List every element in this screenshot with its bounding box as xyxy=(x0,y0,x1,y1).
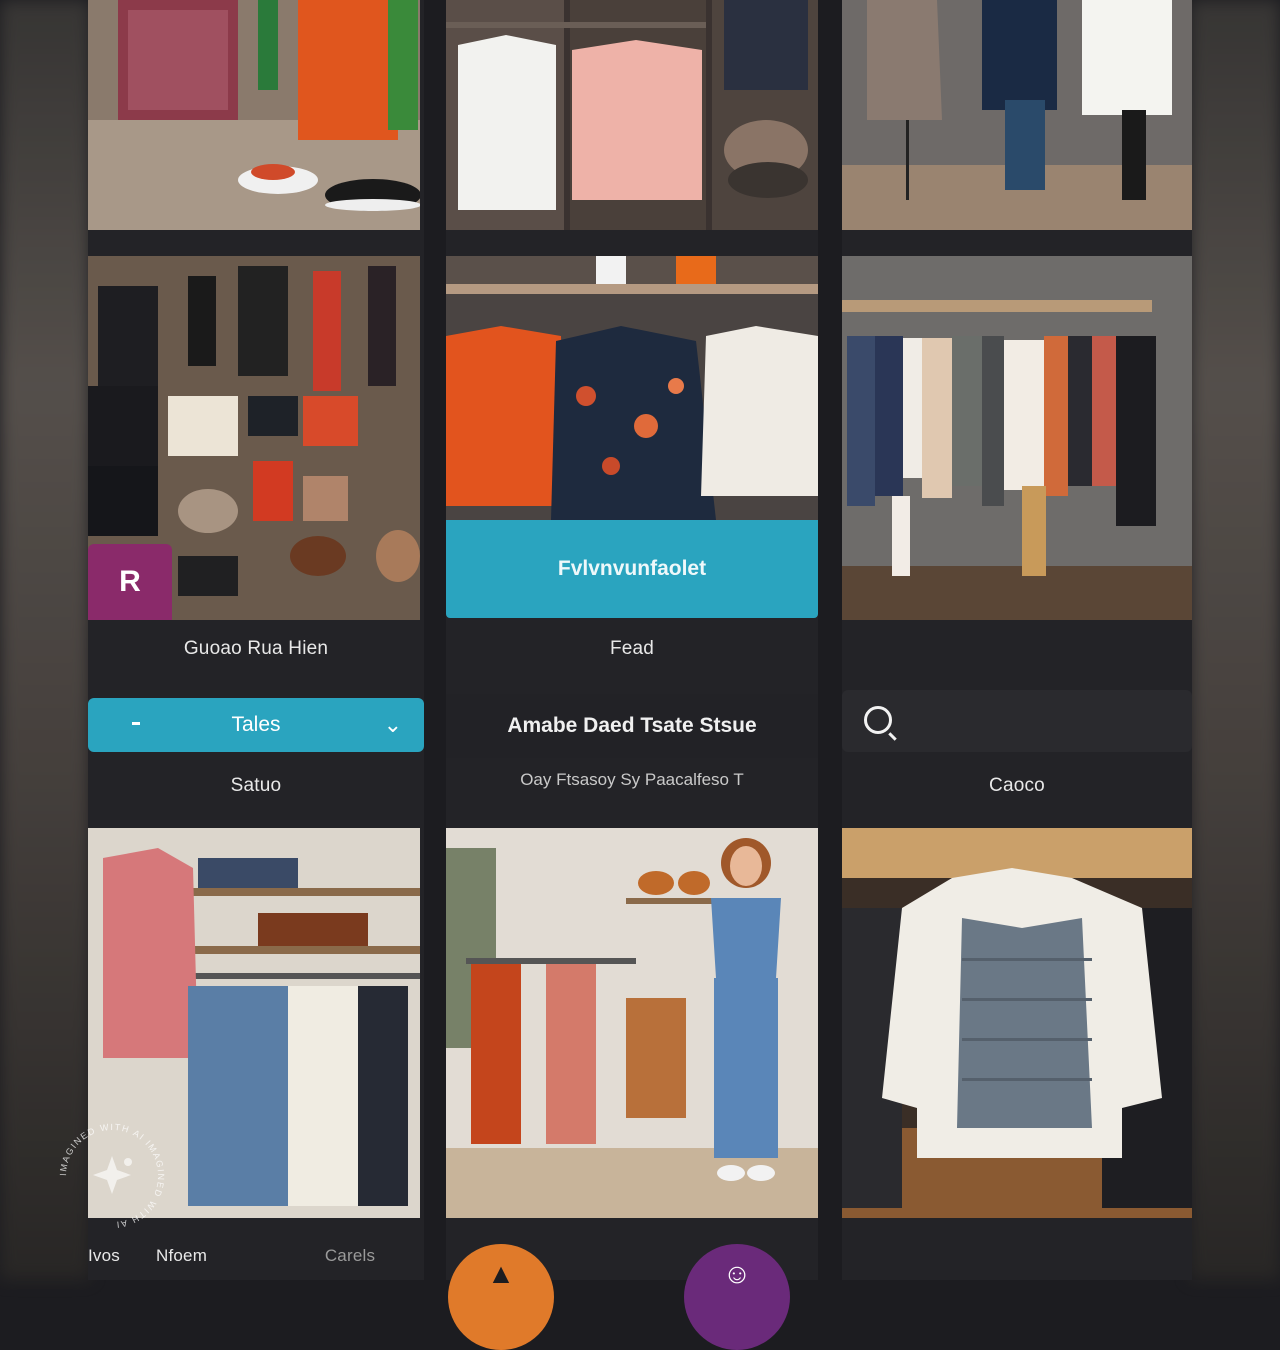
caption-bottom-mid: Carels xyxy=(324,1246,376,1265)
hanger-icon: ▲ xyxy=(487,1258,515,1289)
category-select[interactable]: Tales ⌄ xyxy=(88,698,424,752)
brand-badge-label: R xyxy=(119,565,141,598)
select-bullet-icon xyxy=(132,722,140,725)
product-tile-shirts-cardigans[interactable] xyxy=(446,0,818,230)
product-tile-shoes-tops[interactable] xyxy=(88,0,420,230)
product-tile-model-store[interactable] xyxy=(446,828,818,1218)
hanger-button[interactable]: ▲ xyxy=(448,1244,554,1350)
search-icon[interactable] xyxy=(864,706,892,734)
left-background-blur xyxy=(0,0,90,1280)
caption-featured: Fead xyxy=(609,638,655,659)
right-background-blur xyxy=(1190,0,1280,1280)
profile-icon: ☺ xyxy=(722,1258,752,1289)
product-tile-jackets-display[interactable] xyxy=(842,0,1192,230)
featured-cta-label: Fvlvnvunfaolet xyxy=(557,557,707,580)
product-tile-featured-rack[interactable] xyxy=(446,256,818,520)
caption-bottom-left-b: Nfoem xyxy=(156,1246,208,1265)
caption-accessories: Guoao Rua Hien xyxy=(183,638,329,659)
ai-watermark: IMAGINED WITH AI IMAGINED WITH AI xyxy=(58,1122,165,1230)
featured-cta-button[interactable]: Fvlvnvunfaolet xyxy=(446,520,818,618)
store-subtitle: Oay Ftsasoy Sy Paacalfeso T xyxy=(520,770,744,789)
product-tile-fleece-vest[interactable] xyxy=(842,828,1192,1218)
brand-badge[interactable]: R xyxy=(88,544,172,620)
category-select-value: Tales xyxy=(231,713,281,736)
search-input[interactable] xyxy=(842,690,1192,752)
caption-filter-left: Satuo xyxy=(230,775,282,796)
chevron-down-icon: ⌄ xyxy=(383,712,402,737)
caption-filter-right: Caoco xyxy=(989,775,1045,796)
product-tile-coat-rack[interactable] xyxy=(842,256,1192,620)
caption-bottom-left-a: Ivos xyxy=(88,1246,120,1265)
store-title: Amabe Daed Tsate Stsue xyxy=(446,694,818,758)
profile-button[interactable]: ☺ xyxy=(684,1244,790,1350)
